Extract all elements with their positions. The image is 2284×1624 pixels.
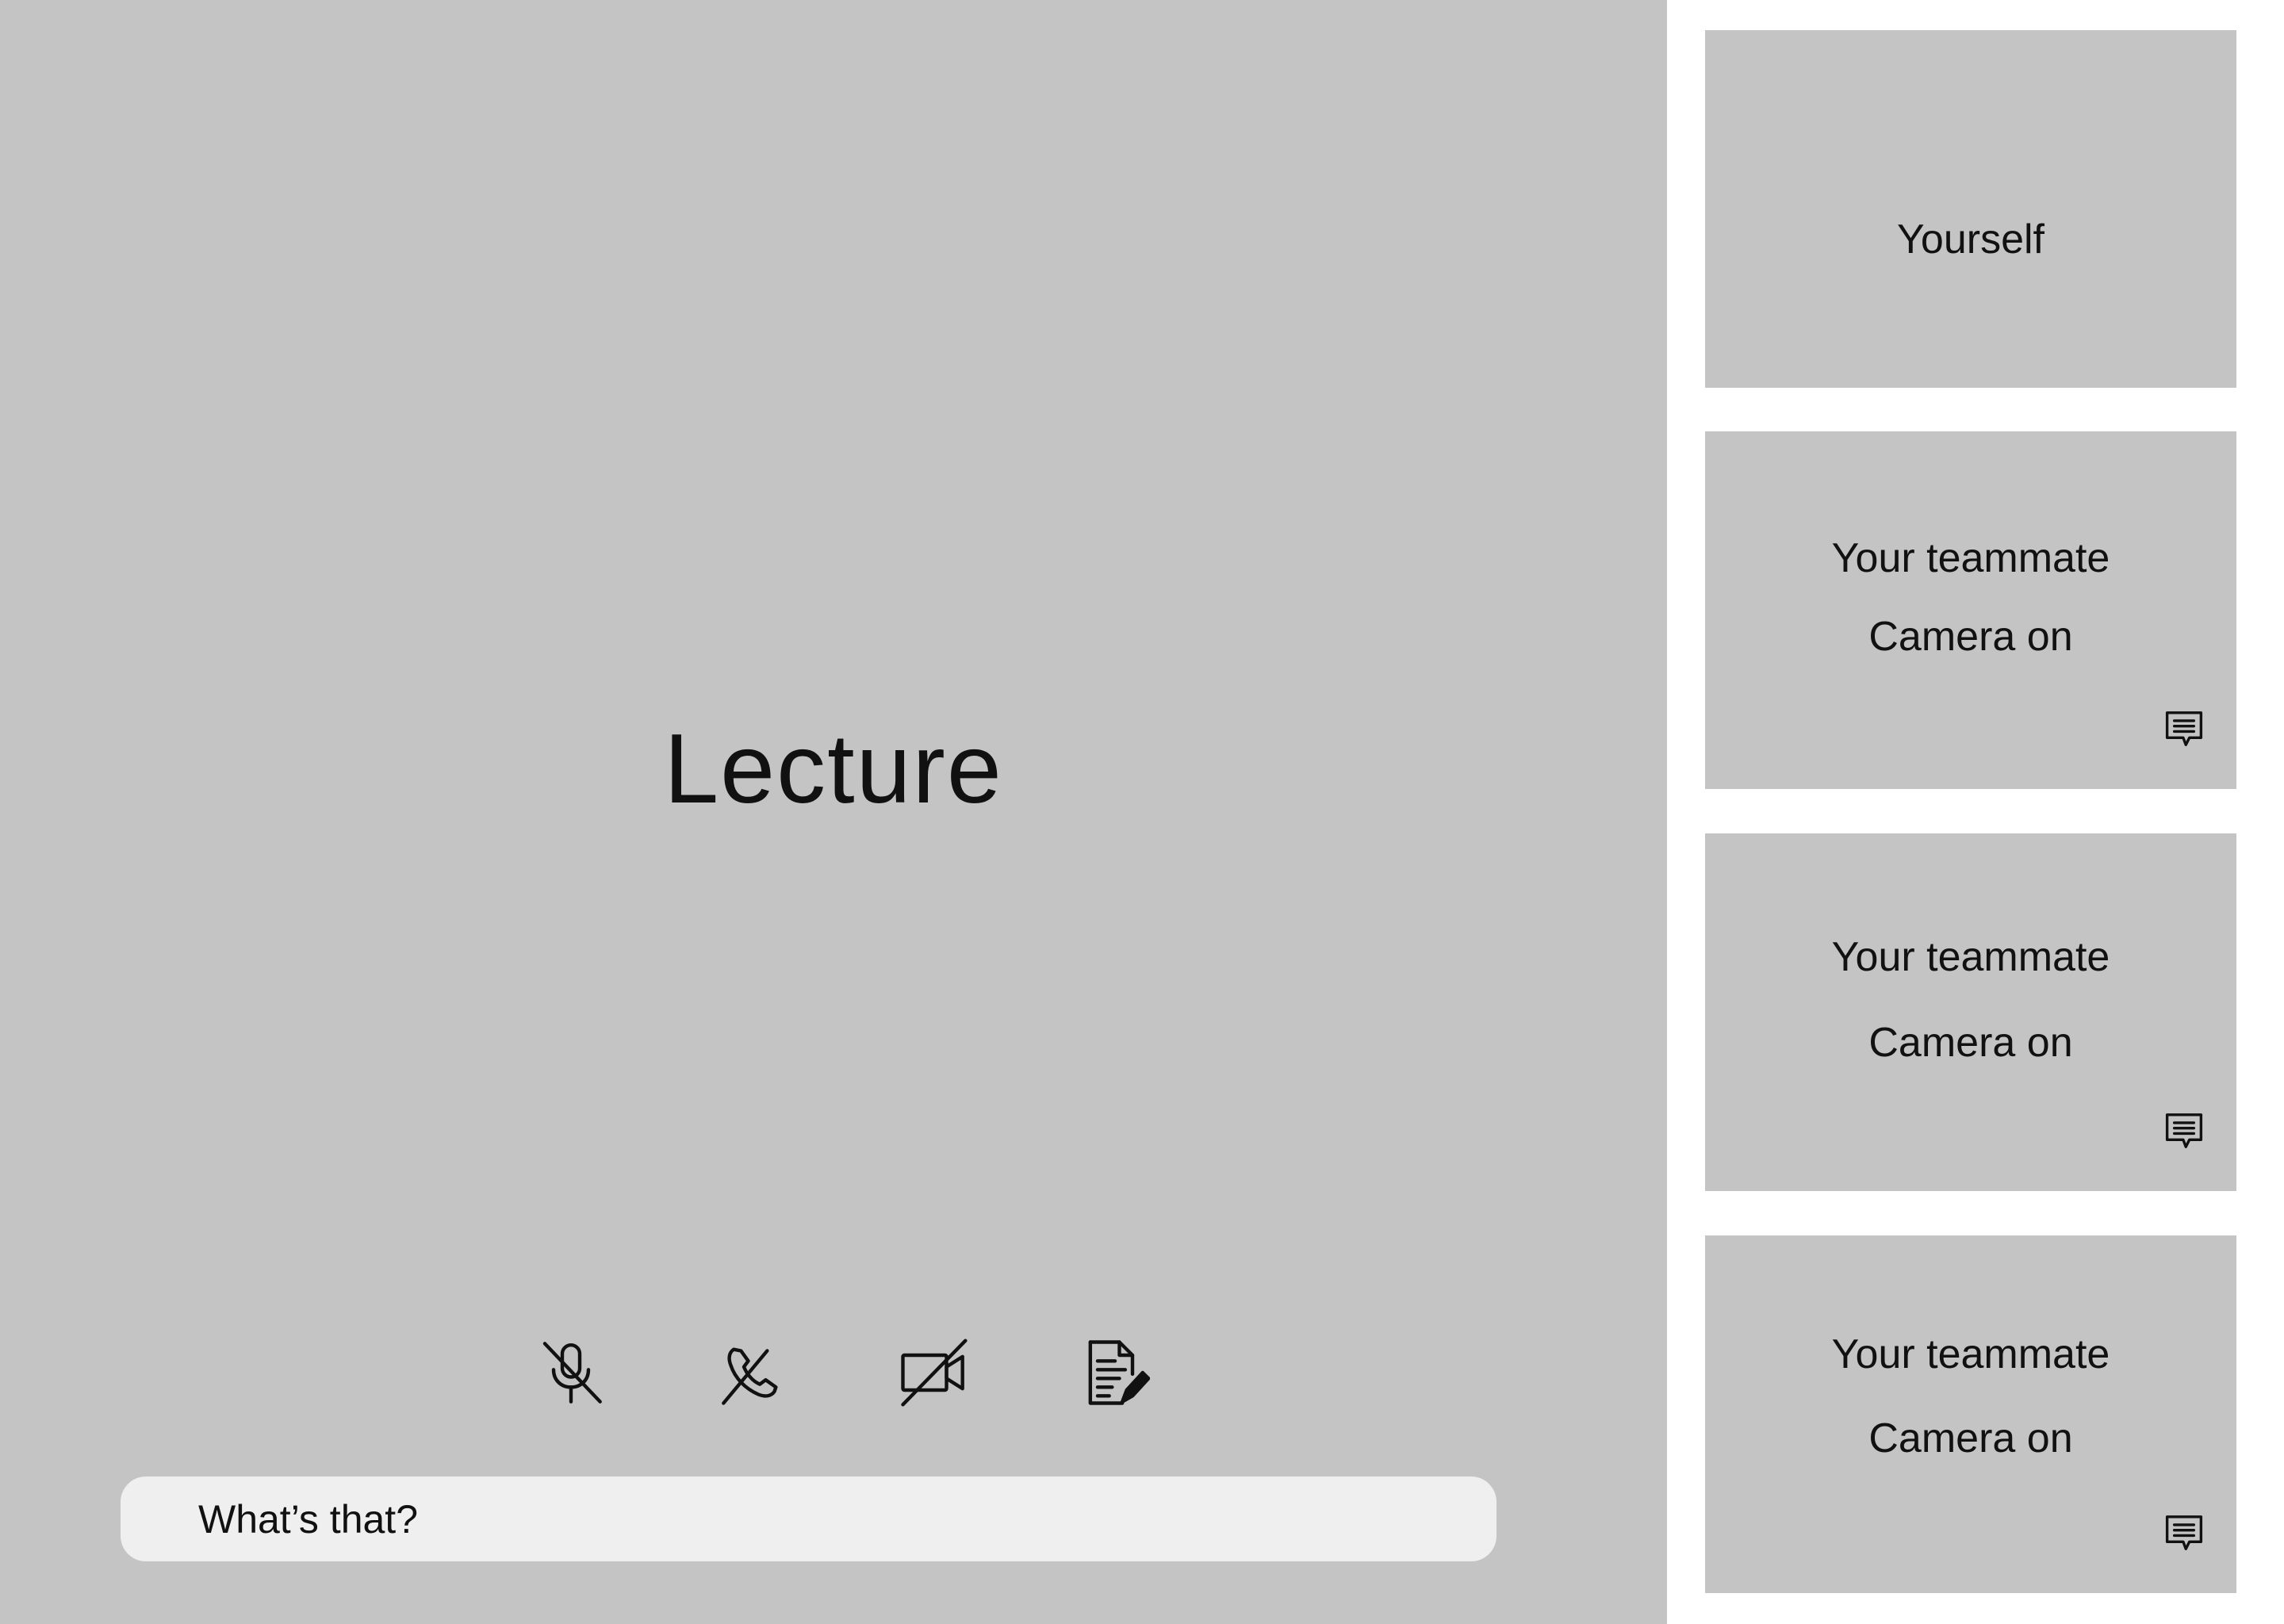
toggle-camera-button[interactable] [895,1335,971,1411]
notes-edit-icon [1088,1340,1150,1405]
chat-button[interactable] [2162,1109,2206,1153]
participant-status: Camera on [1868,614,2073,660]
participant-name: Your teammate [1831,535,2110,581]
participant-tile-self[interactable]: Yourself [1705,30,2236,388]
end-call-button[interactable] [715,1335,791,1411]
chat-button[interactable] [2162,1511,2206,1555]
microphone-off-icon [542,1342,602,1404]
participant-tile-teammate-1[interactable]: Your teammate Camera on [1705,431,2236,789]
chat-icon [2165,1113,2203,1148]
phone-off-icon [722,1347,778,1405]
participant-name: Your teammate [1831,1331,2110,1377]
participant-name: Yourself [1897,216,2044,262]
chat-icon [2165,711,2203,746]
participant-name: Your teammate [1831,934,2110,980]
video-off-icon [901,1339,968,1407]
chat-button[interactable] [2162,707,2206,751]
notes-button[interactable] [1077,1335,1153,1411]
lecture-title: Lecture [664,714,1003,824]
chat-icon [2165,1515,2203,1550]
participant-status: Camera on [1868,1415,2073,1461]
participant-tile-teammate-2[interactable]: Your teammate Camera on [1705,833,2236,1191]
main-stage: Lecture [0,0,1667,1624]
chat-input[interactable] [121,1477,1496,1561]
participant-tile-teammate-3[interactable]: Your teammate Camera on [1705,1235,2236,1593]
mute-microphone-button[interactable] [533,1335,609,1411]
participant-status: Camera on [1868,1020,2073,1066]
